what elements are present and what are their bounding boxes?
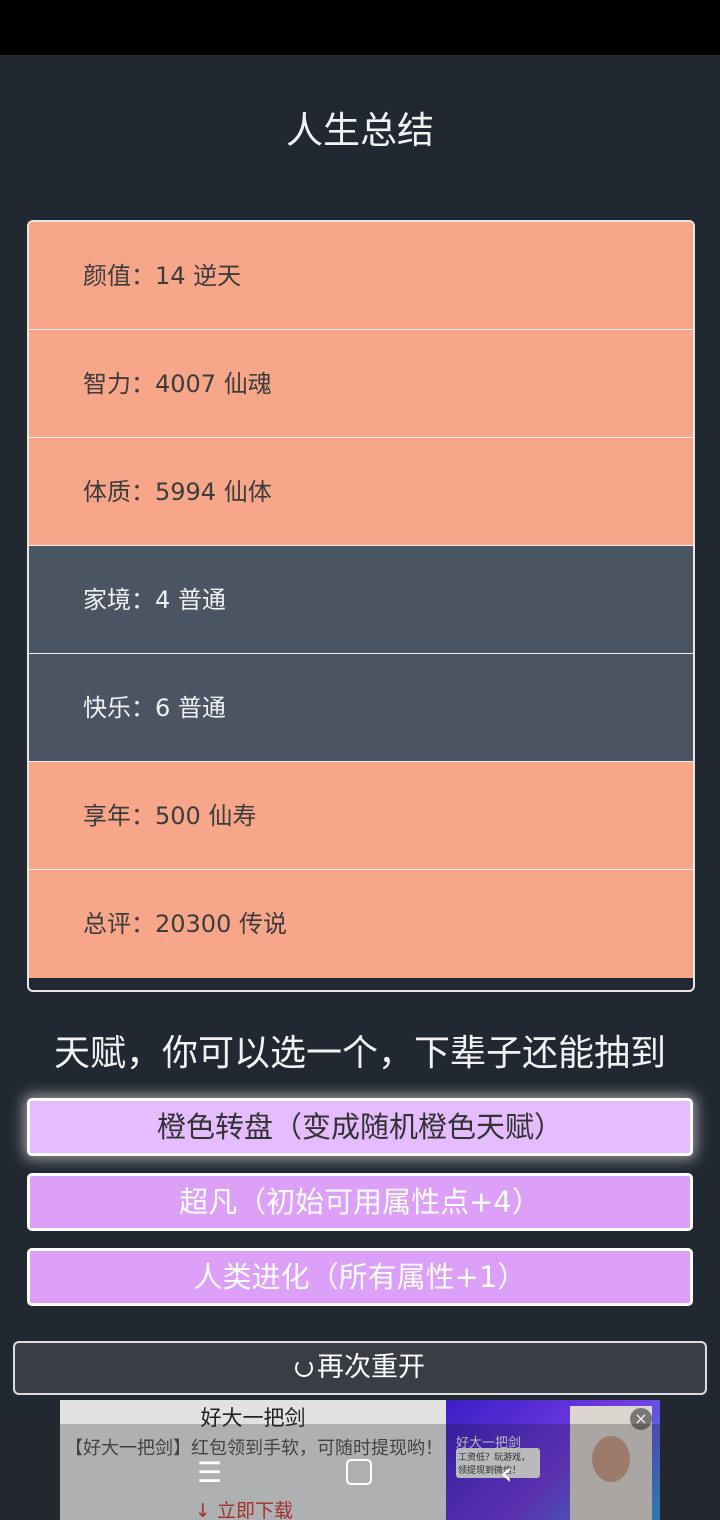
restart-button[interactable]: 再次重开 bbox=[13, 1341, 707, 1395]
talent-option-orange-wheel[interactable]: 橙色转盘（变成随机橙色天赋） bbox=[27, 1098, 693, 1156]
summary-row-happiness: 快乐：6 普通 bbox=[29, 654, 693, 762]
home-icon[interactable] bbox=[346, 1459, 372, 1485]
summary-row-intelligence: 智力：4007 仙魂 bbox=[29, 330, 693, 438]
summary-row-overall: 总评：20300 传说 bbox=[29, 870, 693, 978]
summary-row-constitution: 体质：5994 仙体 bbox=[29, 438, 693, 546]
menu-icon[interactable]: ☰ bbox=[197, 1456, 222, 1489]
status-bar bbox=[0, 0, 720, 55]
restart-button-label: 再次重开 bbox=[317, 1352, 425, 1383]
talent-option-extraordinary[interactable]: 超凡（初始可用属性点+4） bbox=[27, 1173, 693, 1231]
summary-row-appearance: 颜值：14 逆天 bbox=[29, 222, 693, 330]
talent-option-human-evolution[interactable]: 人类进化（所有属性+1） bbox=[27, 1248, 693, 1306]
page-title: 人生总结 bbox=[286, 109, 434, 152]
talent-section-title: 天赋，你可以选一个，下辈子还能抽到 bbox=[53, 1033, 666, 1074]
refresh-icon bbox=[295, 1359, 313, 1377]
summary-row-family: 家境：4 普通 bbox=[29, 546, 693, 654]
life-summary-panel: 颜值：14 逆天 智力：4007 仙魂 体质：5994 仙体 家境：4 普通 快… bbox=[27, 220, 695, 992]
summary-row-lifespan: 享年：500 仙寿 bbox=[29, 762, 693, 870]
back-icon[interactable]: ‹ bbox=[500, 1454, 513, 1492]
